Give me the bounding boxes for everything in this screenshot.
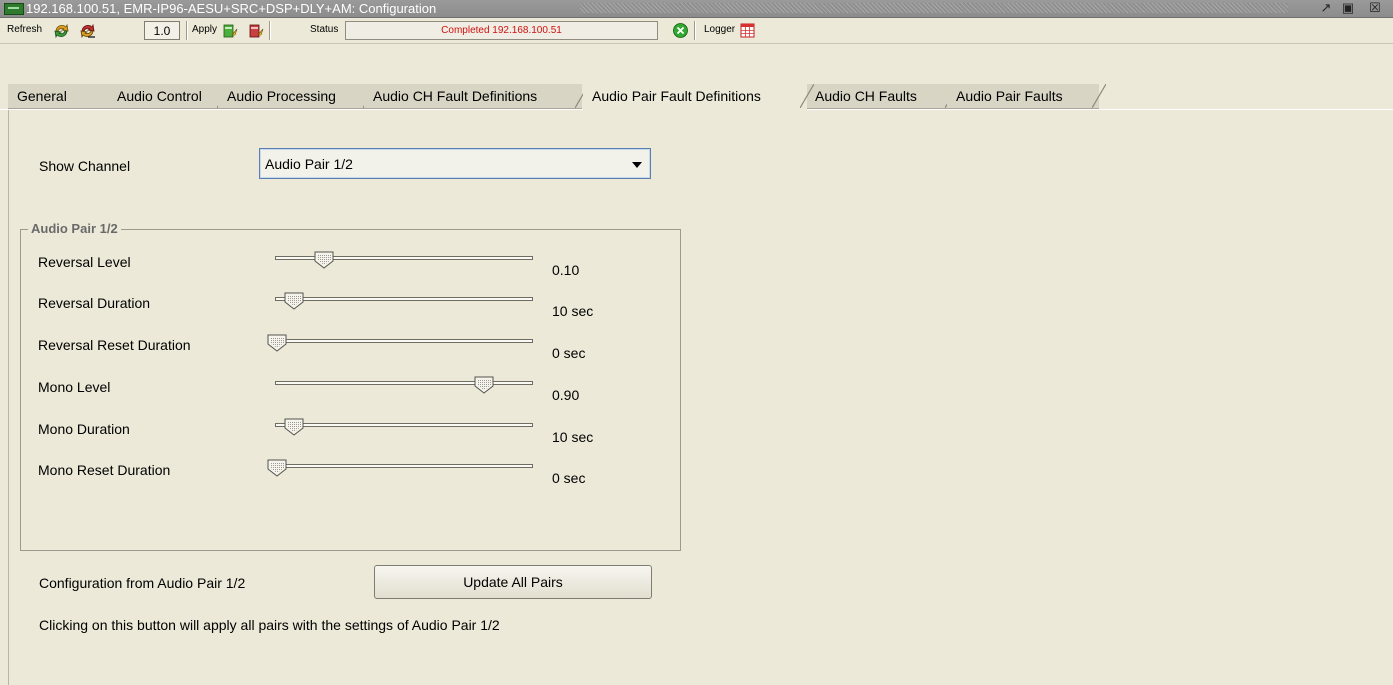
toolbar: Refresh 1.0 Apply Status Completed 192.1… [0, 18, 1393, 44]
slider-track[interactable] [275, 339, 533, 343]
window-title: 192.168.100.51, EMR-IP96-AESU+SRC+DSP+DL… [26, 1, 437, 16]
tab-label: Audio Pair Fault Definitions [592, 88, 761, 104]
reversal-reset-duration-label: Reversal Reset Duration [38, 337, 191, 353]
reversal-reset-duration-slider[interactable] [267, 334, 537, 356]
tab-audio-pair-faults[interactable]: Audio Pair Faults [947, 84, 1106, 109]
tab-label: Audio CH Faults [815, 88, 917, 104]
slider-track[interactable] [275, 464, 533, 468]
mono-reset-duration-slider[interactable] [267, 459, 537, 481]
maximize-icon[interactable]: ▣ [1340, 1, 1356, 15]
slider-track[interactable] [275, 381, 533, 385]
device-icon [4, 3, 24, 15]
reversal-reset-duration-value: 0 sec [552, 345, 586, 361]
slider-thumb[interactable] [314, 251, 334, 269]
mono-reset-duration-label: Mono Reset Duration [38, 462, 171, 478]
mono-duration-label: Mono Duration [38, 421, 130, 437]
reversal-duration-slider[interactable] [267, 292, 537, 314]
reversal-level-label: Reversal Level [38, 254, 131, 270]
refresh-label: Refresh [7, 24, 43, 35]
refresh-stop-icon[interactable] [79, 22, 96, 39]
tab-label: Audio CH Fault Definitions [373, 88, 538, 104]
reversal-duration-value: 10 sec [552, 303, 594, 319]
chevron-down-icon[interactable] [632, 162, 642, 168]
title-bar-grip[interactable] [580, 3, 1288, 13]
apply-cancel-icon[interactable] [248, 22, 265, 39]
refresh-icon[interactable] [53, 22, 70, 39]
toolbar-separator [269, 21, 271, 40]
tab-audio-control[interactable]: Audio Control [108, 84, 231, 109]
window-title-bar: 192.168.100.51, EMR-IP96-AESU+SRC+DSP+DL… [0, 0, 1393, 18]
update-hint-text: Clicking on this button will apply all p… [39, 617, 500, 633]
reversal-level-value: 0.10 [552, 262, 580, 278]
apply-label: Apply [192, 24, 218, 35]
toolbar-separator [694, 21, 696, 40]
logger-label: Logger [704, 24, 736, 35]
undock-icon[interactable]: ↗ [1318, 1, 1334, 15]
reversal-level-slider[interactable] [267, 251, 537, 273]
status-x-icon[interactable] [672, 22, 689, 39]
tab-audio-processing[interactable]: Audio Processing [218, 84, 377, 109]
tab-general[interactable]: General [8, 84, 123, 109]
show-channel-selected: Audio Pair 1/2 [265, 156, 353, 172]
show-channel-dropdown[interactable]: Audio Pair 1/2 [259, 148, 651, 179]
slider-thumb[interactable] [267, 334, 287, 352]
slider-thumb[interactable] [267, 459, 287, 477]
update-all-pairs-button[interactable]: Update All Pairs [374, 565, 652, 599]
status-label: Status [310, 24, 339, 35]
slider-thumb[interactable] [284, 292, 304, 310]
slider-thumb[interactable] [474, 376, 494, 394]
apply-icon[interactable] [222, 22, 239, 39]
logger-table-icon[interactable] [739, 22, 756, 39]
slider-thumb[interactable] [284, 418, 304, 436]
version-field[interactable]: 1.0 [144, 21, 180, 40]
tab-label: Audio Control [117, 88, 202, 104]
mono-duration-slider[interactable] [267, 418, 537, 440]
reversal-duration-label: Reversal Duration [38, 295, 151, 311]
mono-level-slider[interactable] [267, 376, 537, 398]
mono-level-label: Mono Level [38, 379, 111, 395]
slider-track[interactable] [275, 297, 533, 301]
tab-audio-ch-fault-definitions[interactable]: Audio CH Fault Definitions [364, 84, 589, 109]
mono-reset-duration-value: 0 sec [552, 470, 586, 486]
audio-pair-group-title: Audio Pair 1/2 [28, 221, 121, 236]
tab-label: General [17, 88, 67, 104]
mono-level-value: 0.90 [552, 387, 580, 403]
show-channel-label: Show Channel [39, 158, 131, 174]
content-left-border [8, 110, 9, 685]
tab-audio-ch-faults[interactable]: Audio CH Faults [806, 84, 959, 109]
tab-audio-pair-fault-definitions[interactable]: Audio Pair Fault Definitions [583, 84, 814, 110]
close-icon[interactable]: ☒ [1367, 1, 1383, 15]
status-field: Completed 192.168.100.51 [345, 21, 658, 40]
slider-track[interactable] [275, 423, 533, 427]
tab-label: Audio Processing [227, 88, 336, 104]
mono-duration-value: 10 sec [552, 429, 594, 445]
toolbar-separator [186, 21, 188, 40]
configuration-source-label: Configuration from Audio Pair 1/2 [39, 575, 246, 591]
tab-label: Audio Pair Faults [956, 88, 1063, 104]
tab-bar: General Audio Control Audio Processing A… [0, 84, 1393, 110]
